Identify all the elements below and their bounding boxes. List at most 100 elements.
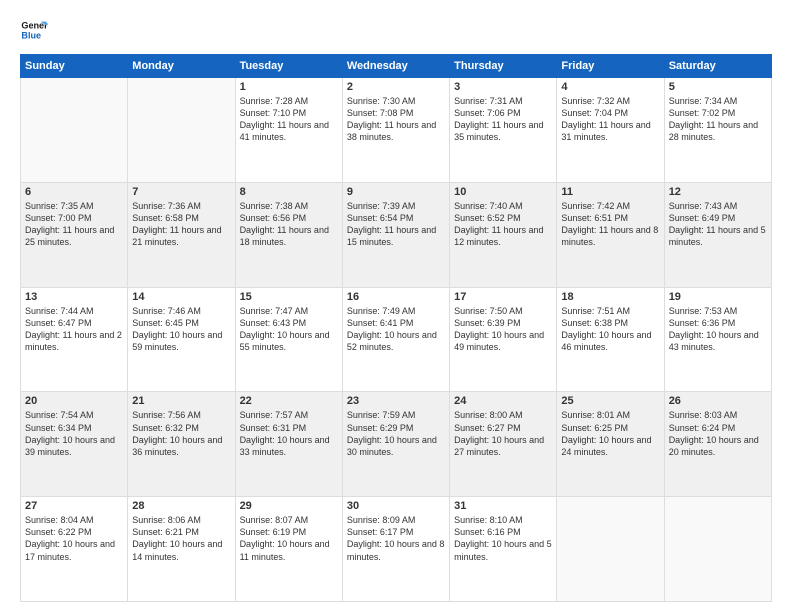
day-number: 1	[240, 81, 338, 93]
day-info: Sunrise: 7:46 AMSunset: 6:45 PMDaylight:…	[132, 305, 230, 354]
calendar-cell	[664, 497, 771, 602]
calendar-week-5: 27 Sunrise: 8:04 AMSunset: 6:22 PMDayligh…	[21, 497, 772, 602]
calendar-cell: 19 Sunrise: 7:53 AMSunset: 6:36 PMDayligh…	[664, 287, 771, 392]
calendar-week-4: 20 Sunrise: 7:54 AMSunset: 6:34 PMDayligh…	[21, 392, 772, 497]
calendar-week-3: 13Sunrise: 7:44 AMSunset: 6:47 PMDayligh…	[21, 287, 772, 392]
day-info: Sunrise: 7:31 AMSunset: 7:06 PMDaylight:…	[454, 95, 552, 144]
day-info: Sunrise: 7:51 AMSunset: 6:38 PMDaylight:…	[561, 305, 659, 354]
weekday-friday: Friday	[557, 55, 664, 78]
calendar-week-2: 6Sunrise: 7:35 AMSunset: 7:00 PMDaylight…	[21, 182, 772, 287]
calendar-cell: 2Sunrise: 7:30 AMSunset: 7:08 PMDaylight…	[342, 78, 449, 183]
logo: General Blue	[20, 16, 48, 44]
calendar-cell: 15 Sunrise: 7:47 AMSunset: 6:43 PMDayligh…	[235, 287, 342, 392]
day-info: Sunrise: 7:30 AMSunset: 7:08 PMDaylight:…	[347, 95, 445, 144]
day-info: Sunrise: 8:00 AMSunset: 6:27 PMDaylight:…	[454, 409, 552, 458]
weekday-header-row: SundayMondayTuesdayWednesdayThursdayFrid…	[21, 55, 772, 78]
calendar-table: SundayMondayTuesdayWednesdayThursdayFrid…	[20, 54, 772, 602]
calendar-cell: 23 Sunrise: 7:59 AMSunset: 6:29 PMDayligh…	[342, 392, 449, 497]
calendar-cell: 9Sunrise: 7:39 AMSunset: 6:54 PMDaylight…	[342, 182, 449, 287]
day-number: 26	[669, 395, 767, 407]
calendar-cell: 18 Sunrise: 7:51 AMSunset: 6:38 PMDayligh…	[557, 287, 664, 392]
day-info: Sunrise: 7:59 AMSunset: 6:29 PMDaylight:…	[347, 409, 445, 458]
day-number: 21	[132, 395, 230, 407]
calendar-cell: 14 Sunrise: 7:46 AMSunset: 6:45 PMDayligh…	[128, 287, 235, 392]
weekday-tuesday: Tuesday	[235, 55, 342, 78]
day-number: 19	[669, 291, 767, 303]
day-info: Sunrise: 8:01 AMSunset: 6:25 PMDaylight:…	[561, 409, 659, 458]
day-info: Sunrise: 8:06 AMSunset: 6:21 PMDaylight:…	[132, 514, 230, 563]
calendar-cell: 25 Sunrise: 8:01 AMSunset: 6:25 PMDayligh…	[557, 392, 664, 497]
day-number: 13	[25, 291, 123, 303]
calendar-cell: 12 Sunrise: 7:43 AMSunset: 6:49 PMDayligh…	[664, 182, 771, 287]
day-number: 17	[454, 291, 552, 303]
calendar-cell	[557, 497, 664, 602]
day-info: Sunrise: 7:28 AMSunset: 7:10 PMDaylight:…	[240, 95, 338, 144]
calendar-week-1: 1 Sunrise: 7:28 AMSunset: 7:10 PMDaylight…	[21, 78, 772, 183]
calendar-cell: 10Sunrise: 7:40 AMSunset: 6:52 PMDayligh…	[450, 182, 557, 287]
day-number: 6	[25, 186, 123, 198]
calendar-cell	[21, 78, 128, 183]
day-number: 8	[240, 186, 338, 198]
calendar-cell: 17 Sunrise: 7:50 AMSunset: 6:39 PMDayligh…	[450, 287, 557, 392]
svg-text:Blue: Blue	[21, 30, 41, 40]
day-info: Sunrise: 7:53 AMSunset: 6:36 PMDaylight:…	[669, 305, 767, 354]
day-number: 31	[454, 500, 552, 512]
day-number: 16	[347, 291, 445, 303]
calendar-cell: 28Sunrise: 8:06 AMSunset: 6:21 PMDayligh…	[128, 497, 235, 602]
day-info: Sunrise: 8:03 AMSunset: 6:24 PMDaylight:…	[669, 409, 767, 458]
calendar-cell: 11 Sunrise: 7:42 AMSunset: 6:51 PMDayligh…	[557, 182, 664, 287]
calendar-cell: 20 Sunrise: 7:54 AMSunset: 6:34 PMDayligh…	[21, 392, 128, 497]
day-info: Sunrise: 8:09 AMSunset: 6:17 PMDaylight:…	[347, 514, 445, 563]
day-number: 18	[561, 291, 659, 303]
calendar-page: General Blue SundayMondayTuesdayWednesda…	[0, 0, 792, 612]
day-info: Sunrise: 7:40 AMSunset: 6:52 PMDaylight:…	[454, 200, 552, 249]
day-number: 20	[25, 395, 123, 407]
day-info: Sunrise: 7:34 AMSunset: 7:02 PMDaylight:…	[669, 95, 767, 144]
day-info: Sunrise: 8:10 AMSunset: 6:16 PMDaylight:…	[454, 514, 552, 563]
calendar-cell: 30Sunrise: 8:09 AMSunset: 6:17 PMDayligh…	[342, 497, 449, 602]
weekday-saturday: Saturday	[664, 55, 771, 78]
day-info: Sunrise: 8:04 AMSunset: 6:22 PMDaylight:…	[25, 514, 123, 563]
day-info: Sunrise: 7:54 AMSunset: 6:34 PMDaylight:…	[25, 409, 123, 458]
day-info: Sunrise: 7:56 AMSunset: 6:32 PMDaylight:…	[132, 409, 230, 458]
day-info: Sunrise: 7:39 AMSunset: 6:54 PMDaylight:…	[347, 200, 445, 249]
calendar-cell: 5 Sunrise: 7:34 AMSunset: 7:02 PMDaylight…	[664, 78, 771, 183]
day-number: 5	[669, 81, 767, 93]
calendar-cell: 1 Sunrise: 7:28 AMSunset: 7:10 PMDaylight…	[235, 78, 342, 183]
calendar-cell: 6Sunrise: 7:35 AMSunset: 7:00 PMDaylight…	[21, 182, 128, 287]
weekday-thursday: Thursday	[450, 55, 557, 78]
day-number: 29	[240, 500, 338, 512]
day-info: Sunrise: 7:32 AMSunset: 7:04 PMDaylight:…	[561, 95, 659, 144]
day-number: 7	[132, 186, 230, 198]
calendar-cell: 22 Sunrise: 7:57 AMSunset: 6:31 PMDayligh…	[235, 392, 342, 497]
day-number: 11	[561, 186, 659, 198]
day-info: Sunrise: 7:42 AMSunset: 6:51 PMDaylight:…	[561, 200, 659, 249]
day-number: 15	[240, 291, 338, 303]
weekday-sunday: Sunday	[21, 55, 128, 78]
day-info: Sunrise: 7:57 AMSunset: 6:31 PMDaylight:…	[240, 409, 338, 458]
day-info: Sunrise: 8:07 AMSunset: 6:19 PMDaylight:…	[240, 514, 338, 563]
day-number: 12	[669, 186, 767, 198]
calendar-cell: 26 Sunrise: 8:03 AMSunset: 6:24 PMDayligh…	[664, 392, 771, 497]
day-info: Sunrise: 7:43 AMSunset: 6:49 PMDaylight:…	[669, 200, 767, 249]
day-number: 22	[240, 395, 338, 407]
day-number: 24	[454, 395, 552, 407]
day-info: Sunrise: 7:49 AMSunset: 6:41 PMDaylight:…	[347, 305, 445, 354]
logo-icon: General Blue	[20, 16, 48, 44]
calendar-cell: 21 Sunrise: 7:56 AMSunset: 6:32 PMDayligh…	[128, 392, 235, 497]
day-info: Sunrise: 7:50 AMSunset: 6:39 PMDaylight:…	[454, 305, 552, 354]
day-info: Sunrise: 7:47 AMSunset: 6:43 PMDaylight:…	[240, 305, 338, 354]
day-number: 23	[347, 395, 445, 407]
calendar-cell: 13Sunrise: 7:44 AMSunset: 6:47 PMDayligh…	[21, 287, 128, 392]
calendar-cell: 8Sunrise: 7:38 AMSunset: 6:56 PMDaylight…	[235, 182, 342, 287]
calendar-cell: 16 Sunrise: 7:49 AMSunset: 6:41 PMDayligh…	[342, 287, 449, 392]
day-number: 27	[25, 500, 123, 512]
calendar-cell	[128, 78, 235, 183]
day-number: 14	[132, 291, 230, 303]
weekday-wednesday: Wednesday	[342, 55, 449, 78]
day-number: 4	[561, 81, 659, 93]
day-number: 25	[561, 395, 659, 407]
calendar-cell: 29 Sunrise: 8:07 AMSunset: 6:19 PMDayligh…	[235, 497, 342, 602]
header: General Blue	[20, 16, 772, 44]
calendar-cell: 4 Sunrise: 7:32 AMSunset: 7:04 PMDaylight…	[557, 78, 664, 183]
